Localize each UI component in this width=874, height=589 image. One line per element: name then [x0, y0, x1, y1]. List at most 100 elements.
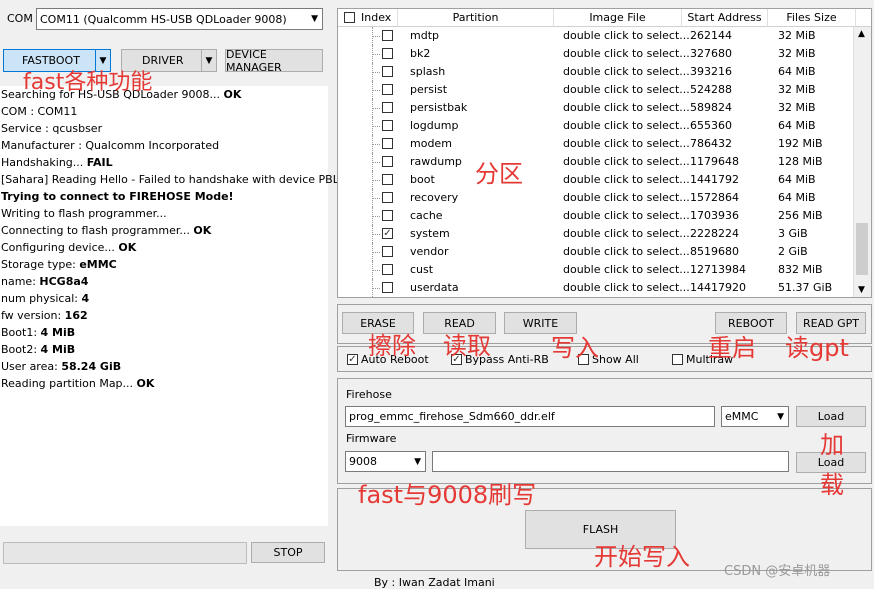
image-file[interactable]: double click to select... — [563, 263, 690, 276]
row-checkbox[interactable] — [382, 156, 393, 167]
file-size: 832 MiB — [778, 263, 823, 276]
partition-table: Index Partition Image File Start Address… — [337, 8, 872, 298]
file-size: 32 MiB — [778, 101, 816, 114]
image-file[interactable]: double click to select... — [563, 209, 690, 222]
log-line: Trying to connect to FIREHOSE Mode! — [1, 190, 234, 203]
header-partition[interactable]: Partition — [398, 9, 554, 27]
table-row[interactable]: boot double click to select... 1441792 64 M… — [338, 171, 856, 189]
row-checkbox[interactable] — [382, 192, 393, 203]
image-file[interactable]: double click to select... — [563, 101, 690, 114]
image-file[interactable]: double click to select... — [563, 83, 690, 96]
log-line: Configuring device... OK — [1, 241, 136, 254]
com-port-select[interactable]: COM11 (Qualcomm HS-USB QDLoader 9008) ▼ — [36, 8, 323, 30]
log-status: 58.24 GiB — [61, 360, 122, 373]
multiraw-checkbox[interactable] — [672, 354, 683, 365]
table-row[interactable]: modem double click to select... 786432 192 … — [338, 135, 856, 153]
table-row[interactable]: vendor double click to select... 8519680 2 … — [338, 243, 856, 261]
header-file-size[interactable]: Files Size — [768, 9, 856, 27]
firmware-path-input[interactable] — [432, 451, 789, 472]
row-checkbox[interactable] — [382, 120, 393, 131]
table-row[interactable]: splash double click to select... 393216 64 … — [338, 63, 856, 81]
partition-name: vendor — [410, 245, 449, 258]
table-row[interactable]: cust double click to select... 12713984 832… — [338, 261, 856, 279]
table-row[interactable]: ✓ system double click to select... 2228224 3… — [338, 225, 856, 243]
start-address: 1703936 — [690, 209, 739, 222]
log-status: 4 — [81, 292, 90, 305]
table-row[interactable]: userdata double click to select... 1441792… — [338, 279, 856, 297]
firehose-path-input[interactable]: prog_emmc_firehose_Sdm660_ddr.elf — [345, 406, 715, 427]
annotation-read: 读取 — [443, 332, 491, 360]
row-checkbox[interactable] — [382, 66, 393, 77]
row-checkbox[interactable] — [382, 282, 393, 293]
image-file[interactable]: double click to select... — [563, 191, 690, 204]
storage-select[interactable]: eMMC ▼ — [721, 406, 789, 427]
row-checkbox[interactable] — [382, 102, 393, 113]
table-row[interactable]: recovery double click to select... 1572864… — [338, 189, 856, 207]
select-all-checkbox[interactable] — [344, 12, 355, 23]
image-file[interactable]: double click to select... — [563, 137, 690, 150]
tree-branch — [372, 270, 380, 271]
start-address: 8519680 — [690, 245, 739, 258]
scroll-down-icon[interactable]: ▼ — [858, 285, 865, 295]
scroll-thumb[interactable] — [856, 223, 868, 275]
show-all-label: Show All — [592, 353, 639, 366]
log-line: Service : qcusbser — [1, 122, 102, 135]
log-line: Boot2: 4 MiB — [1, 343, 75, 356]
log-panel: Searching for HS-USB QDLoader 9008... OK… — [0, 86, 343, 526]
row-checkbox[interactable] — [382, 48, 393, 59]
driver-dropdown-icon[interactable]: ▼ — [201, 50, 216, 71]
row-checkbox[interactable] — [382, 174, 393, 185]
partition-name: persistbak — [410, 101, 468, 114]
start-address: 393216 — [690, 65, 732, 78]
device-manager-button[interactable]: DEVICE MANAGER — [225, 48, 323, 74]
image-file[interactable]: double click to select... — [563, 173, 690, 186]
stop-button[interactable]: STOP — [251, 542, 325, 563]
log-line: Handshaking... FAIL — [1, 156, 113, 169]
table-row[interactable]: rawdump double click to select... 1179648 1… — [338, 153, 856, 171]
file-size: 2 GiB — [778, 245, 808, 258]
image-file[interactable]: double click to select... — [563, 119, 690, 132]
annotation-reboot: 重启 — [708, 334, 756, 362]
tree-branch — [372, 252, 380, 253]
com-label: COM — [7, 12, 33, 25]
row-checkbox[interactable]: ✓ — [382, 228, 393, 239]
table-row[interactable]: logdump double click to select... 655360 64… — [338, 117, 856, 135]
table-row[interactable]: bk2 double click to select... 327680 32 MiB — [338, 45, 856, 63]
log-status: FAIL — [86, 156, 113, 169]
header-start-address[interactable]: Start Address — [682, 9, 768, 27]
log-text: Service : qcusbser — [1, 122, 103, 135]
table-row[interactable]: persist double click to select... 524288 32… — [338, 81, 856, 99]
scroll-up-icon[interactable]: ▲ — [858, 29, 865, 39]
row-checkbox[interactable] — [382, 30, 393, 41]
table-scrollbar[interactable]: ▲ ▼ — [853, 27, 871, 297]
image-file[interactable]: double click to select... — [563, 47, 690, 60]
start-address: 655360 — [690, 119, 732, 132]
image-file[interactable]: double click to select... — [563, 155, 690, 168]
log-status: OK — [193, 224, 212, 237]
image-file[interactable]: double click to select... — [563, 29, 690, 42]
tree-branch — [372, 162, 380, 163]
chevron-down-icon: ▼ — [311, 14, 318, 24]
row-checkbox[interactable] — [382, 84, 393, 95]
row-checkbox[interactable] — [382, 246, 393, 257]
file-size: 64 MiB — [778, 191, 816, 204]
table-row[interactable]: persistbak double click to select... 58982… — [338, 99, 856, 117]
log-text: Manufacturer : Qualcomm Incorporated — [1, 139, 220, 152]
image-file[interactable]: double click to select... — [563, 65, 690, 78]
tree-branch — [372, 90, 380, 91]
annotation-fast: fast各种功能 — [23, 70, 153, 95]
header-index[interactable]: Index — [338, 9, 398, 27]
auto-reboot-checkbox[interactable]: ✓ — [347, 354, 358, 365]
firehose-load-button[interactable]: Load — [796, 406, 866, 427]
row-checkbox[interactable] — [382, 138, 393, 149]
table-row[interactable]: mdtp double click to select... 262144 32 Mi… — [338, 27, 856, 45]
table-row[interactable]: cache double click to select... 1703936 256… — [338, 207, 856, 225]
image-file[interactable]: double click to select... — [563, 281, 690, 294]
tree-branch — [372, 234, 380, 235]
header-image-file[interactable]: Image File — [554, 9, 682, 27]
row-checkbox[interactable] — [382, 264, 393, 275]
image-file[interactable]: double click to select... — [563, 227, 690, 240]
image-file[interactable]: double click to select... — [563, 245, 690, 258]
firmware-mode-select[interactable]: 9008 ▼ — [345, 451, 426, 472]
row-checkbox[interactable] — [382, 210, 393, 221]
